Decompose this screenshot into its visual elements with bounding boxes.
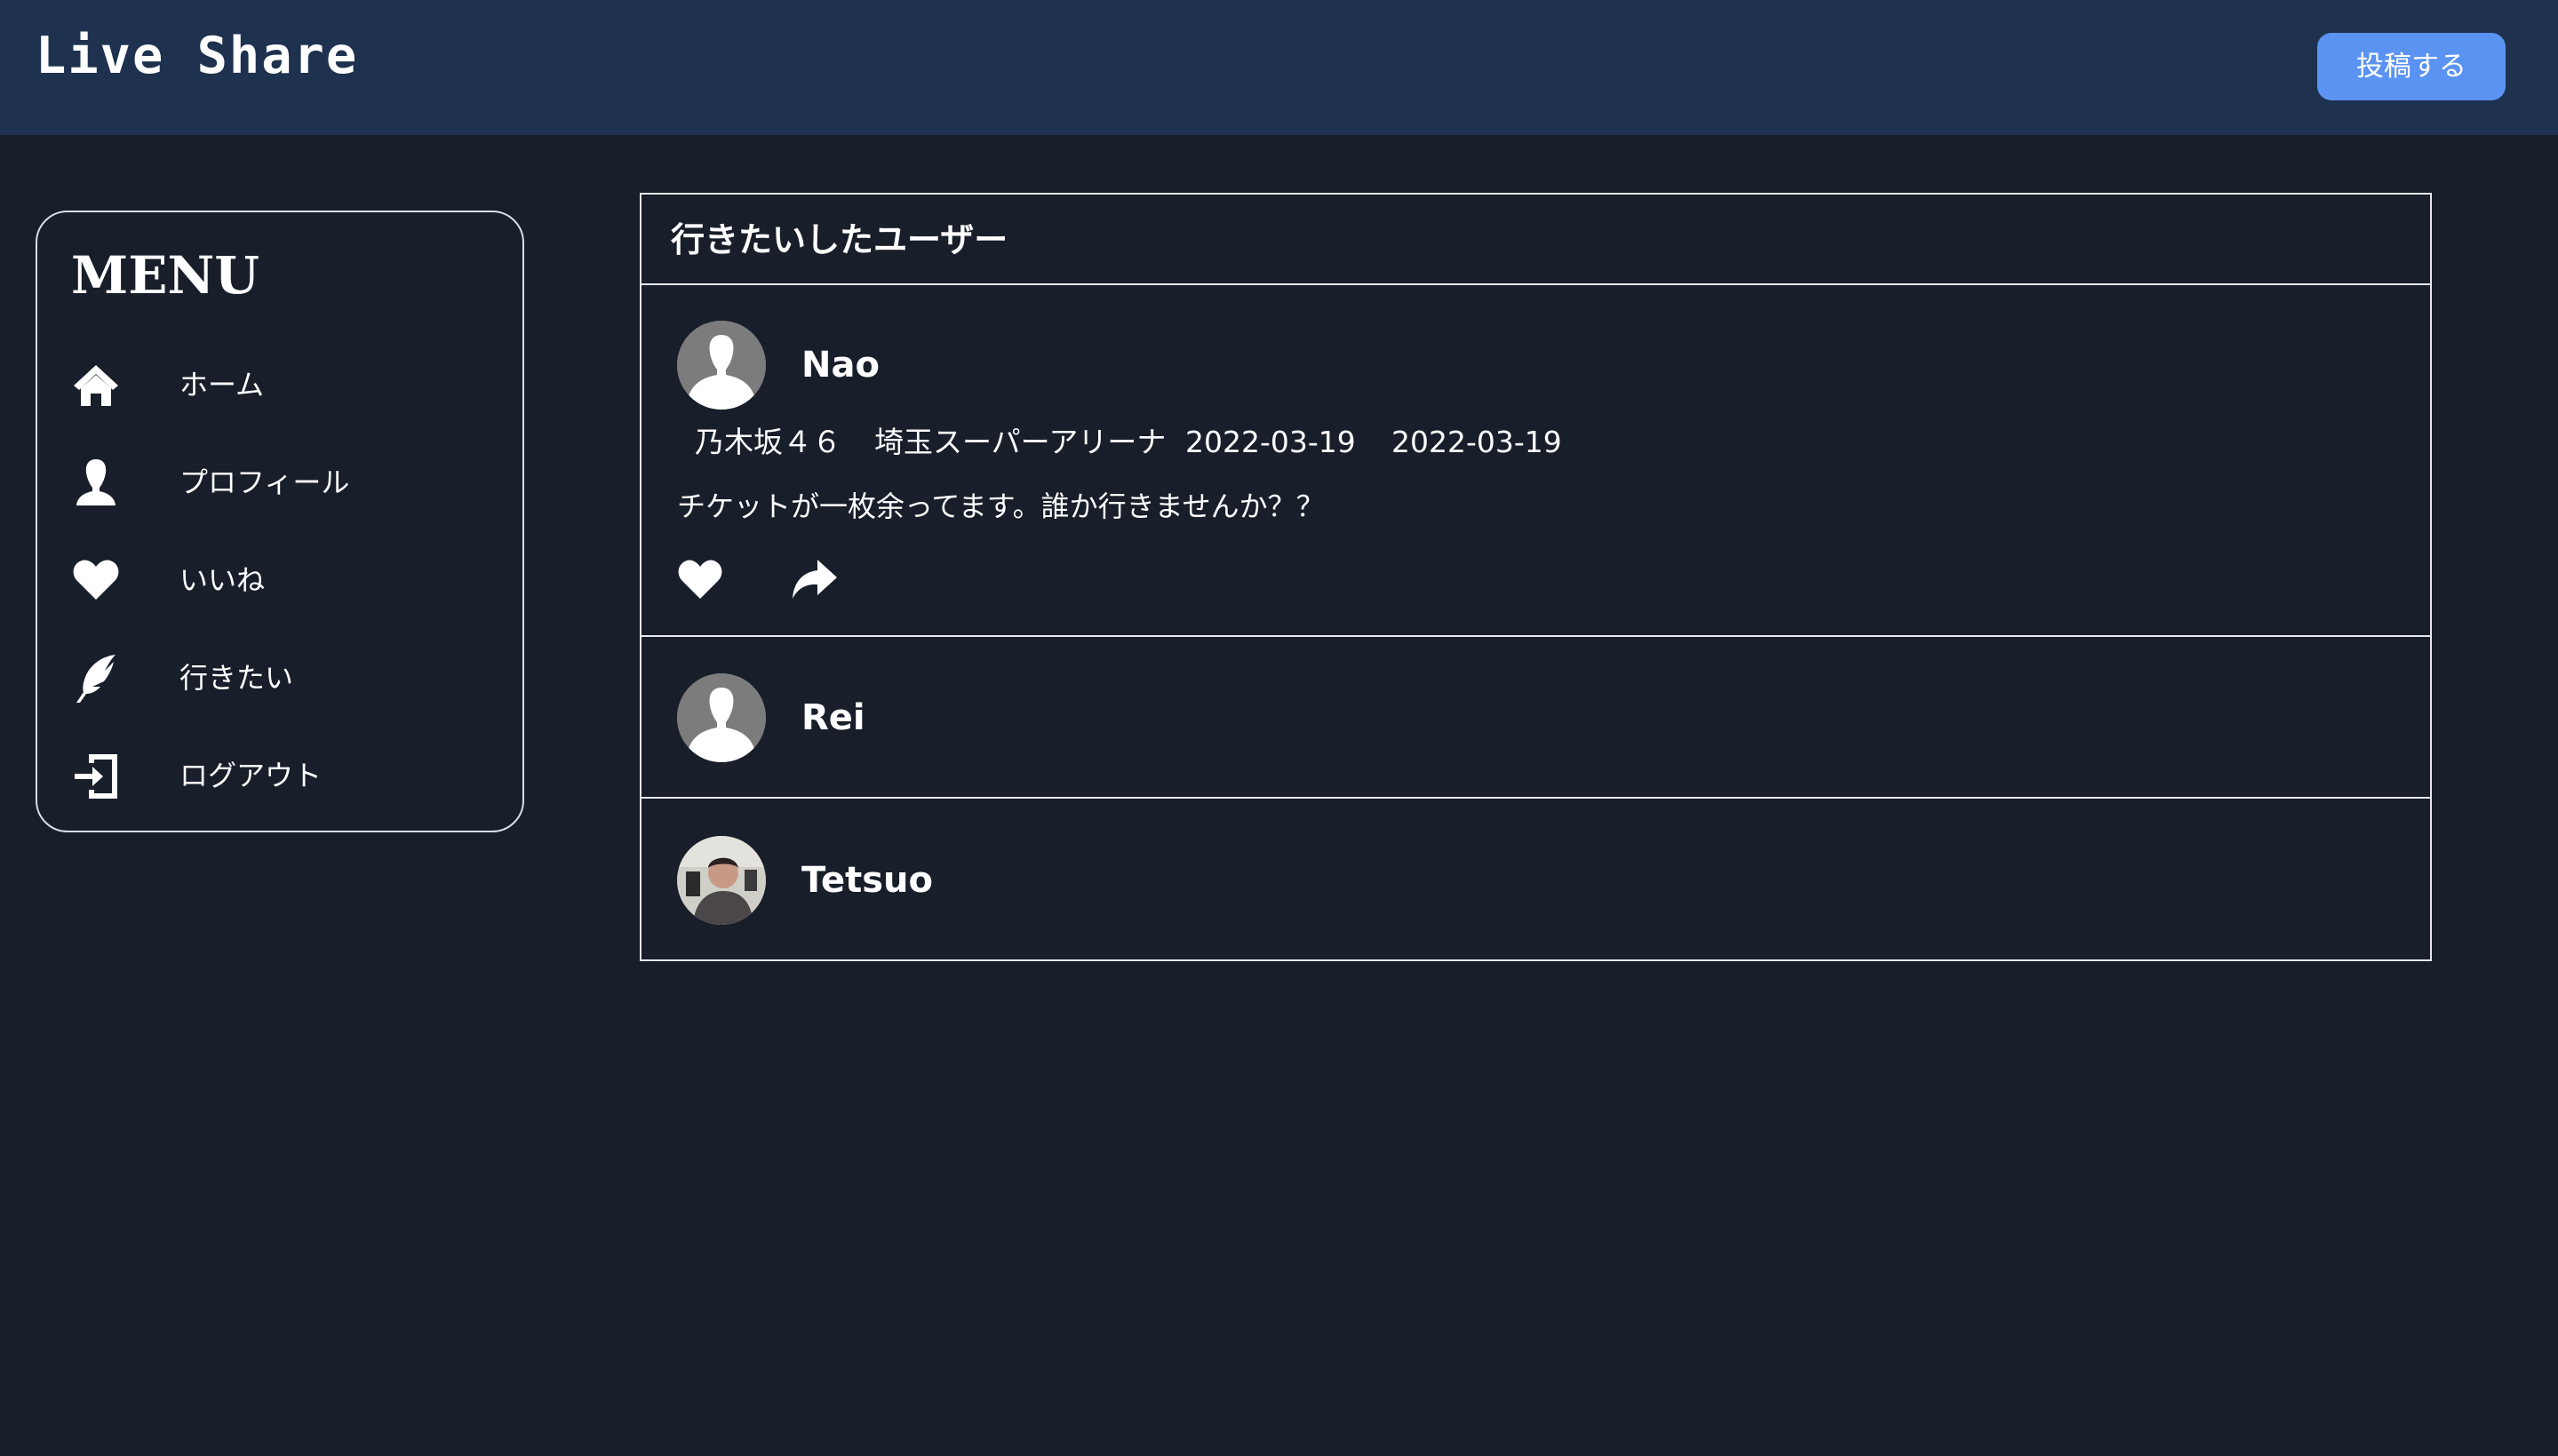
home-icon xyxy=(71,358,121,411)
sidebar-item-home[interactable]: ホーム xyxy=(71,358,489,411)
sidebar-item-label: 行きたい xyxy=(179,661,294,695)
post-start-date: 2022-03-19 xyxy=(1185,425,1356,459)
heart-icon xyxy=(678,560,722,599)
sidebar-menu: MENU ホーム プロフィール いいね 行きたい ログアウト xyxy=(36,211,524,832)
app-title[interactable]: Live Share xyxy=(36,27,358,85)
heart-icon xyxy=(71,553,121,607)
share-arrow-icon xyxy=(793,560,837,599)
avatar[interactable] xyxy=(677,673,766,762)
sidebar-item-label: プロフィール xyxy=(179,465,350,499)
panel-title: 行きたいしたユーザー xyxy=(671,220,1008,259)
share-button[interactable] xyxy=(789,554,839,604)
avatar[interactable] xyxy=(677,321,766,410)
menu-title: MENU xyxy=(71,245,260,306)
post-end-date: 2022-03-19 xyxy=(1391,425,1562,459)
feather-icon xyxy=(71,651,121,704)
user-icon xyxy=(71,456,121,509)
sidebar-item-label: ログアウト xyxy=(179,759,323,792)
divider xyxy=(641,635,2430,637)
avatar[interactable] xyxy=(677,836,766,925)
divider xyxy=(641,797,2430,799)
top-header: Live Share 投稿する xyxy=(0,0,2558,135)
post-venue: 埼玉スーパーアリーナ xyxy=(874,425,1167,459)
user-name[interactable]: Nao xyxy=(801,343,880,387)
post-artist: 乃木坂４６ xyxy=(695,425,841,459)
divider xyxy=(641,283,2430,285)
user-name[interactable]: Rei xyxy=(801,696,865,740)
want-to-go-users-panel: 行きたいしたユーザー Nao 乃木坂４６ 埼玉スーパーアリーナ 2022-03-… xyxy=(640,193,2432,961)
post-message: チケットが一枚余ってます。誰か行きませんか？？ xyxy=(677,489,1325,523)
sidebar-item-logout[interactable]: ログアウト xyxy=(71,749,489,802)
user-name[interactable]: Tetsuo xyxy=(801,858,933,903)
like-button[interactable] xyxy=(675,554,725,604)
logout-icon xyxy=(71,749,121,802)
post-button[interactable]: 投稿する xyxy=(2317,33,2506,100)
sidebar-item-want-to-go[interactable]: 行きたい xyxy=(71,651,489,704)
sidebar-item-likes[interactable]: いいね xyxy=(71,553,489,607)
sidebar-item-label: ホーム xyxy=(179,368,265,402)
sidebar-item-label: いいね xyxy=(179,563,266,597)
sidebar-item-profile[interactable]: プロフィール xyxy=(71,456,489,509)
